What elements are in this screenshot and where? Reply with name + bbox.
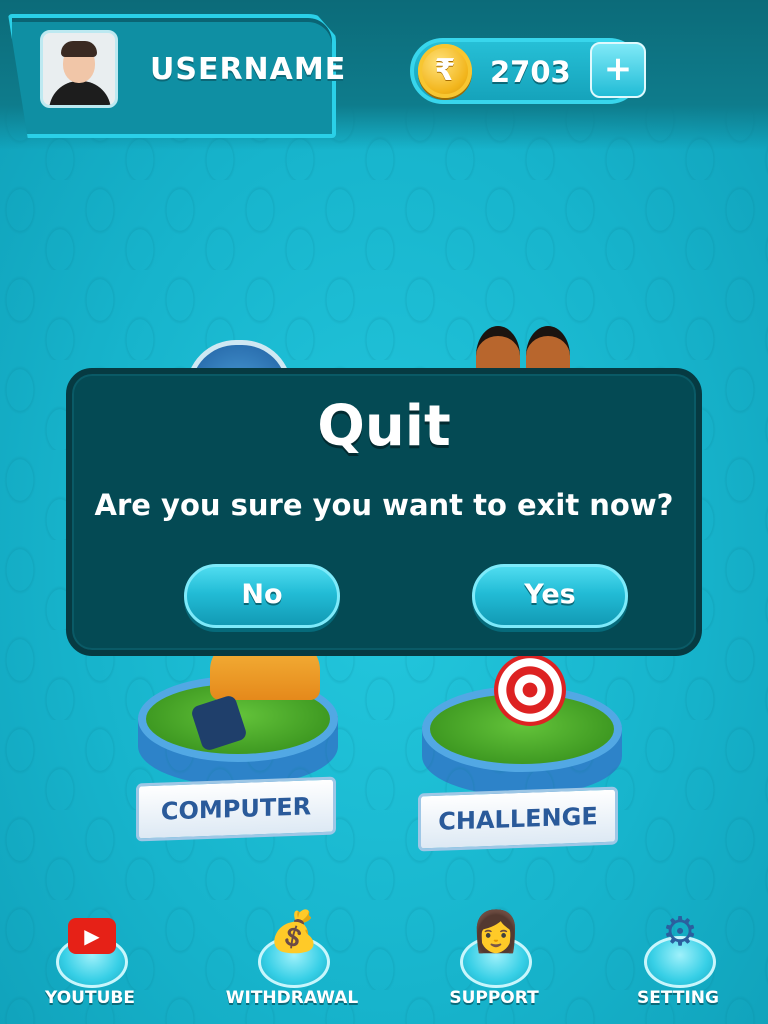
target-icon <box>494 654 566 726</box>
friends-mode-icon[interactable] <box>474 322 574 386</box>
quit-dialog: Quit Are you sure you want to exit now? … <box>66 368 702 656</box>
money-bag-icon: 💰 <box>269 909 319 955</box>
nav-label: SUPPORT <box>449 988 539 1008</box>
username-label: USERNAME <box>150 52 347 87</box>
dialog-message: Are you sure you want to exit now? <box>94 488 674 522</box>
gear-icon: ⚙ <box>662 909 698 955</box>
rupee-coin-icon: ₹ <box>418 44 472 98</box>
yes-button[interactable]: Yes <box>472 564 628 628</box>
nav-support[interactable]: 👩 SUPPORT <box>434 900 554 1020</box>
no-button[interactable]: No <box>184 564 340 628</box>
support-agent-icon: 👩 <box>471 909 521 955</box>
add-coins-button[interactable]: + <box>590 42 646 98</box>
nav-youtube[interactable]: ▶ YOUTUBE <box>30 900 150 1020</box>
avatar[interactable] <box>40 30 118 108</box>
computer-mode-button[interactable]: COMPUTER <box>136 776 336 842</box>
nav-setting[interactable]: ⚙ SETTING <box>618 900 738 1020</box>
dialog-title: Quit <box>317 394 451 459</box>
challenge-mode-button[interactable]: CHALLENGE <box>418 786 618 852</box>
nav-label: YOUTUBE <box>45 988 135 1008</box>
avatar-hair <box>61 41 97 57</box>
avatar-body <box>49 81 111 105</box>
nav-label: SETTING <box>637 988 719 1008</box>
coin-balance: 2703 <box>490 55 571 89</box>
youtube-icon: ▶ <box>68 918 116 954</box>
nav-label: WITHDRAWAL <box>225 988 359 1008</box>
nav-withdrawal[interactable]: 💰 WITHDRAWAL <box>226 900 358 1020</box>
